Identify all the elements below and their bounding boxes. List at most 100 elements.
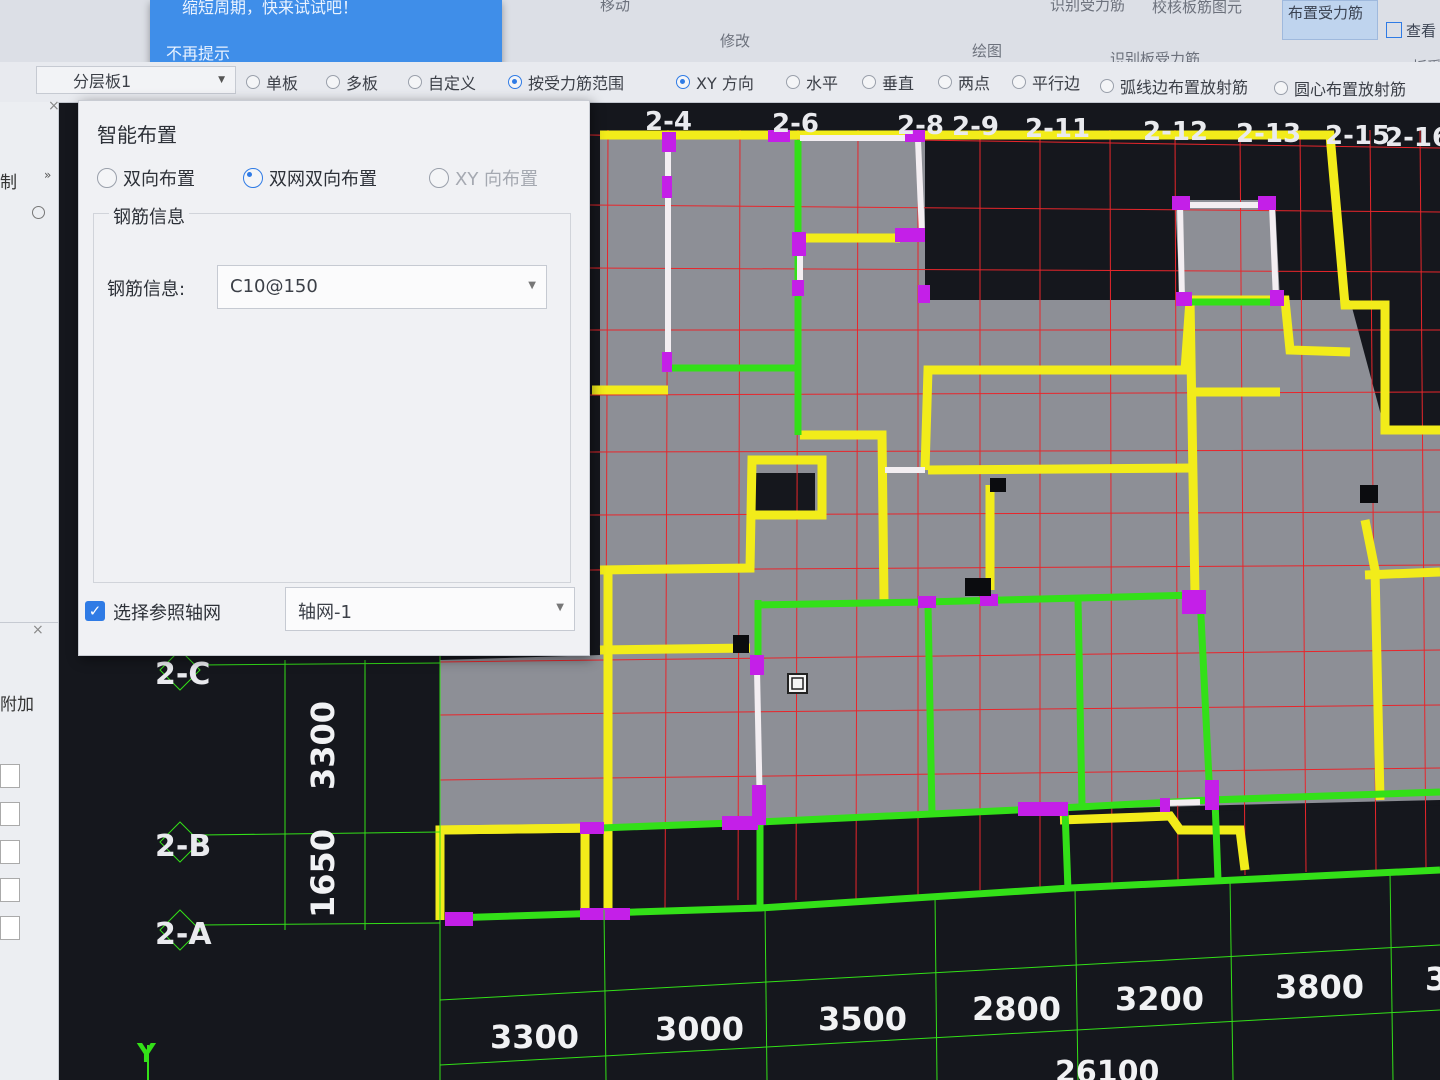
list-checkbox[interactable] [0,840,20,864]
radio-icon [676,75,690,89]
radio-label: 弧线边布置放射筋 [1120,78,1249,97]
close-icon[interactable]: × [48,98,60,114]
ribbon-modify-group: 修改 [720,32,751,50]
joint [445,912,473,926]
ribbon-draw-group: 绘图 [972,42,1003,60]
joint [662,176,672,198]
beam-w-6 [1269,204,1279,301]
radio-horizontal[interactable]: 水平 [786,70,838,94]
axis-label-top: 2-15 [1325,121,1390,151]
axis-label-top: 2-13 [1236,119,1301,149]
view-icon [1386,22,1402,38]
beam-w-2 [915,139,925,236]
list-checkbox[interactable] [0,916,20,940]
slab-region-top-right[interactable] [1175,200,1280,300]
ribbon-place-rebar[interactable]: 布置受力筋 [1288,2,1363,23]
radio-by-rebar-range[interactable]: 按受力筋范围 [508,70,624,94]
radio-icon [786,75,800,89]
radio-label: 两点 [958,74,991,93]
dim-bottom: 2800 [972,990,1061,1028]
close-icon[interactable]: × [32,622,44,638]
option-double-net[interactable]: 双网双向布置 [243,165,377,191]
ref-grid-value: 轴网-1 [298,602,352,623]
chevron-down-icon: ▼ [528,280,536,291]
radio-xy-direction[interactable]: XY 方向 [676,70,754,94]
ribbon-identify-rebar[interactable]: 识别受力筋 [1050,0,1125,15]
left-axis-labels: 2-C 2-B 2-A [155,649,212,952]
dim-bottom: 3200 [1115,980,1204,1018]
ref-grid-select[interactable]: 轴网-1 ▼ [285,587,575,631]
ribbon-check-rebar[interactable]: 校核板筋图元 [1152,0,1242,17]
radio-icon [408,75,422,89]
radio-label: 自定义 [428,74,477,93]
joint [792,232,806,256]
notification-dismiss[interactable]: 不再提示 [166,40,230,64]
joint [750,655,764,675]
joint [1182,590,1206,614]
joint [1205,780,1219,810]
smart-placement-dialog: 智能布置 双向布置 双网双向布置 XY 向布置 钢筋信息 钢筋信息: C10@1… [78,100,590,656]
joint [1018,802,1068,816]
radio-arc-radial[interactable]: 弧线边布置放射筋 [1100,74,1248,98]
radio-icon [862,75,876,89]
axis-label-top: 2-6 [772,109,819,139]
joint [662,352,672,372]
beam-y-lower-left [439,823,601,835]
radio-multi-slab[interactable]: 多板 [326,70,378,94]
joint [792,280,804,296]
joint [918,285,930,303]
search-icon[interactable] [32,206,45,219]
dim-line [603,909,607,1080]
ribbon-view[interactable]: 查看 [1386,20,1436,41]
dim-bottom: 3 [1425,960,1440,998]
list-checkbox[interactable] [0,764,20,788]
option-xy[interactable]: XY 向布置 [429,165,538,191]
dialog-title: 智能布置 [97,123,177,147]
radio-label: 按受力筋范围 [528,74,625,93]
notification-toast: 缩短周期，快来试试吧！ 不再提示 [150,0,502,68]
beam-y-row-2 [927,463,1196,475]
joint [1270,290,1284,306]
joint [580,822,604,834]
radio-parallel-edge[interactable]: 平行边 [1012,70,1080,94]
radio-label: 平行边 [1032,74,1081,93]
cursor-box [787,673,808,694]
joint [918,596,936,608]
beam-g-col-5 [1074,599,1086,806]
joint [1258,196,1276,210]
radio-circle-radial[interactable]: 圆心布置放射筋 [1274,76,1406,100]
chevron-down-icon: ▼ [556,602,564,613]
expand-icon[interactable]: » [44,168,51,182]
ribbon-move[interactable]: 移动 [600,0,630,15]
list-checkbox[interactable] [0,878,20,902]
beam-g-col-2 [1061,809,1072,891]
dim-line [1389,871,1394,1080]
radio-single-slab[interactable]: 单板 [246,70,298,94]
dim-line [439,1009,1440,1066]
beam-y-right-row [1364,567,1440,580]
axis-label-top: 2-9 [952,112,999,142]
radio-label: 单板 [266,74,299,93]
radio-vertical[interactable]: 垂直 [862,70,914,94]
dim-bottom: 3500 [818,1000,907,1038]
option-bidirectional[interactable]: 双向布置 [97,165,195,191]
axis-label-top: 2-11 [1025,114,1090,144]
rebar-info-select[interactable]: C10@150 ▼ [217,265,547,309]
layer-select[interactable]: 分层板1 ▼ [36,66,236,94]
axis-label-top: 2-12 [1143,117,1208,147]
dim-line [764,904,768,1080]
list-checkbox[interactable] [0,802,20,826]
radio-icon [508,75,522,89]
bottom-dims: 3300 3000 3500 2800 3200 3800 3 26100 [490,960,1440,1080]
joint [580,908,630,920]
radio-two-points[interactable]: 两点 [938,70,990,94]
beam-w-8 [1164,799,1201,806]
dim-line [199,662,441,666]
radio-custom[interactable]: 自定义 [408,70,476,94]
radio-label: XY 方向 [696,74,754,93]
axis-label-top: 2-8 [897,111,944,141]
layer-select-value: 分层板1 [73,72,132,91]
chevron-down-icon: ▼ [218,75,225,85]
ref-grid-checkbox[interactable]: ✓ [85,601,105,621]
dim-bottom: 3800 [1275,968,1364,1006]
